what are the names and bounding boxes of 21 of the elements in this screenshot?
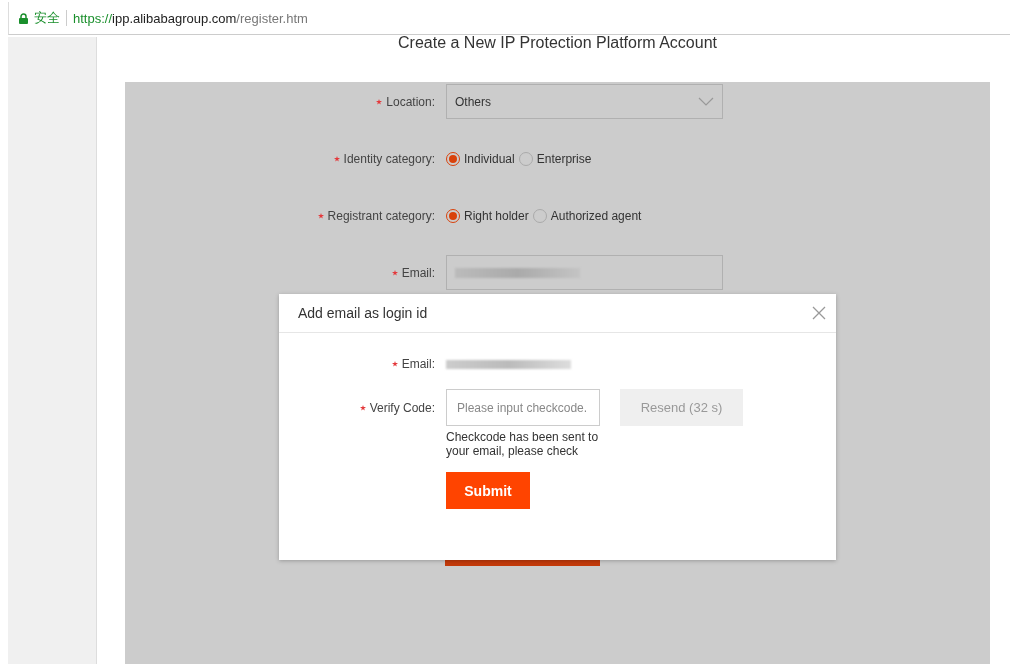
lock-icon [19,12,28,24]
radio-label: Right holder [464,208,529,223]
url-text[interactable]: https://ipp.alibabagroup.com/register.htm [73,10,308,26]
dialog-title: Add email as login id [298,305,428,321]
page-title: Create a New IP Protection Platform Account [397,34,718,53]
field-label: Verify Code: [369,400,435,415]
location-select[interactable]: Others [446,84,723,119]
radio-label: Authorized agent [550,208,642,223]
radio-label: Individual [464,151,515,166]
email-field[interactable] [446,255,723,290]
field-label: Location: [386,94,435,109]
field-label: Email: [401,357,435,371]
close-icon[interactable] [812,306,826,320]
verify-code-field[interactable]: Please input checkcode. [446,389,600,426]
field-label: Email: [401,265,435,280]
radio-label: Enterprise [536,151,592,166]
chevron-down-icon [698,97,714,106]
hint-text: Checkcode has been sent to your email, please check [446,430,600,458]
field-label: Identity category: [343,151,435,166]
security-label: 安全 [34,9,60,27]
field-label: Registrant category: [327,208,435,223]
